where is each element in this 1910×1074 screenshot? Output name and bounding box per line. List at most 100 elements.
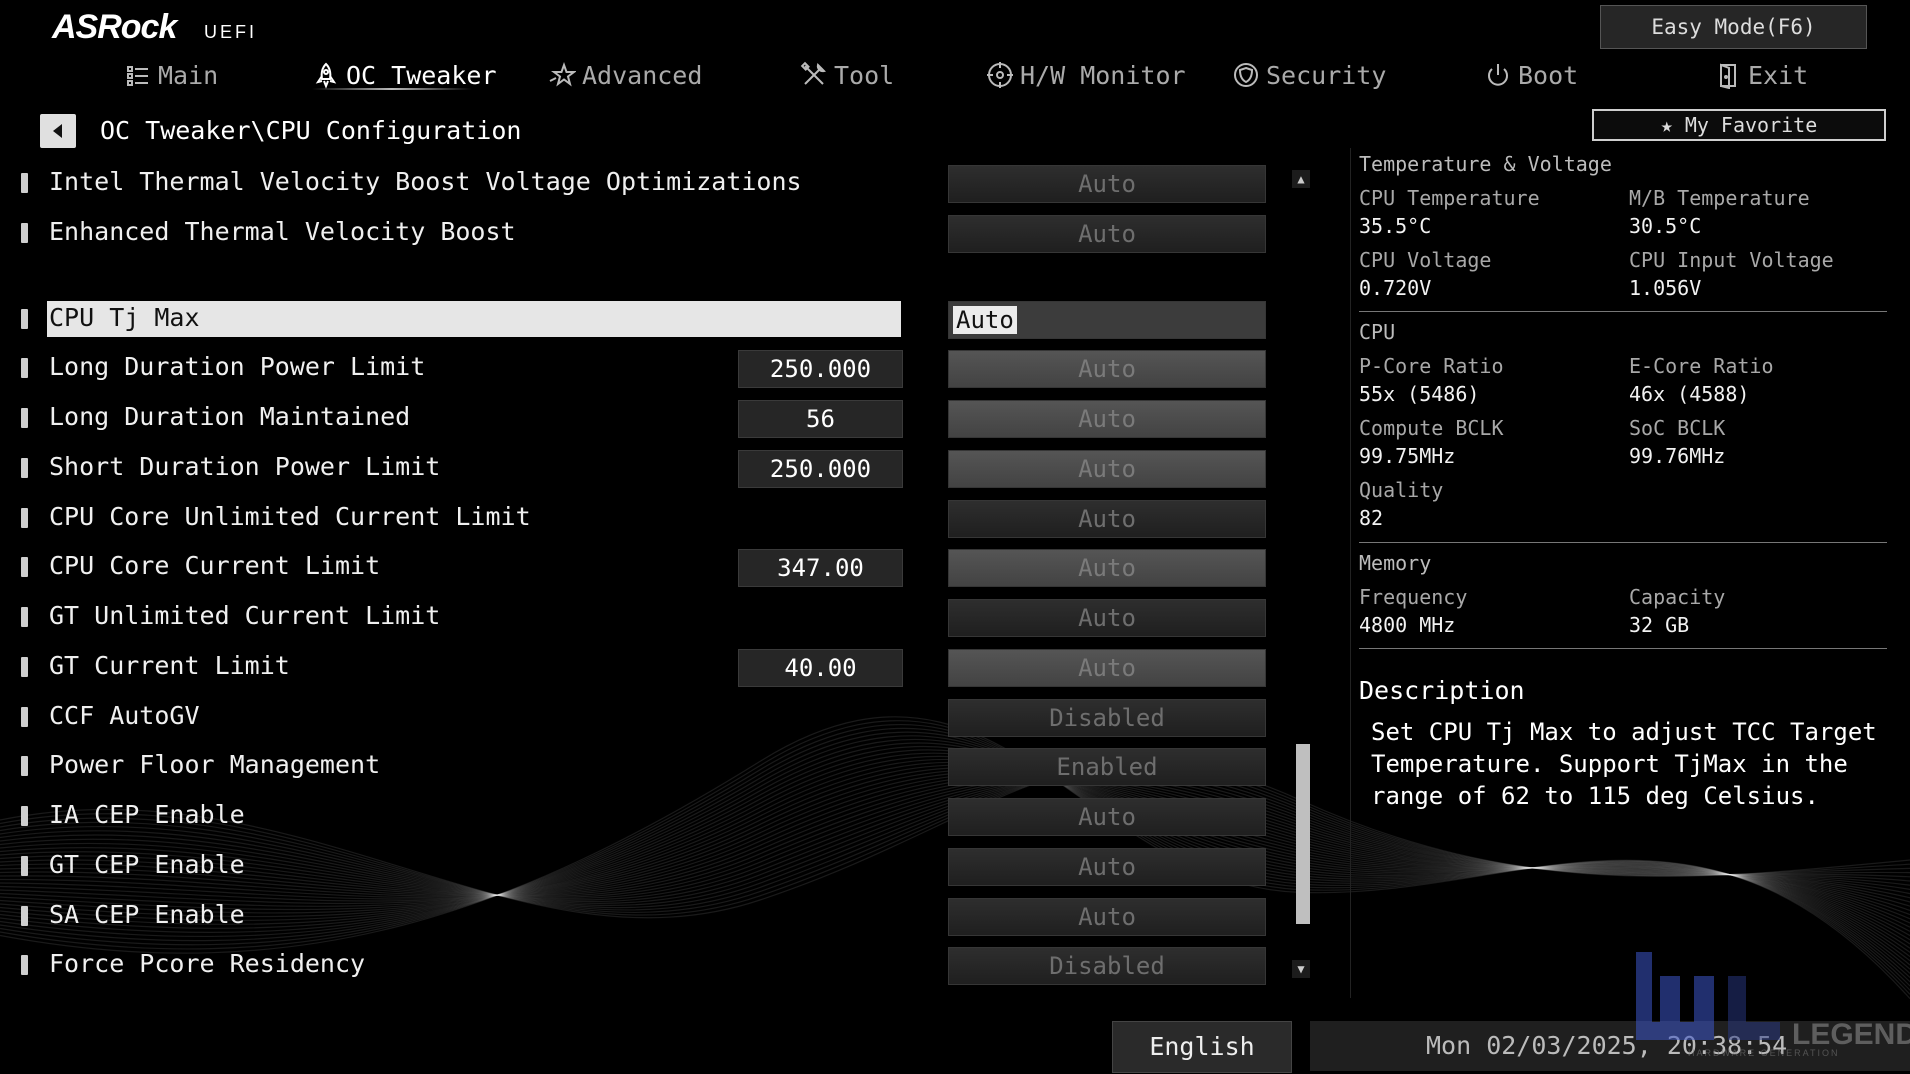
setting-number-input[interactable]: 40.00 bbox=[738, 649, 903, 687]
setting-value-dropdown[interactable]: Auto bbox=[948, 798, 1266, 836]
svg-text:LEGEND: LEGEND bbox=[1792, 1018, 1910, 1051]
tab-hw-monitor-label: H/W Monitor bbox=[1020, 60, 1186, 90]
setting-label: IA CEP Enable bbox=[49, 800, 245, 829]
setting-value-dropdown[interactable]: Auto bbox=[948, 350, 1266, 388]
panel-divider bbox=[1359, 311, 1887, 312]
setting-row[interactable]: CPU Core Current Limit 347.00 Auto bbox=[0, 547, 1280, 587]
tab-tool[interactable]: Tool bbox=[800, 56, 894, 94]
tab-main-label: Main bbox=[158, 60, 219, 90]
tab-oc-tweaker-label: OC Tweaker bbox=[346, 60, 497, 90]
setting-row[interactable]: Enhanced Thermal Velocity Boost Auto bbox=[0, 213, 1280, 253]
compute-bclk-label: Compute BCLK bbox=[1359, 416, 1504, 440]
setting-value-dropdown[interactable]: Auto bbox=[948, 400, 1266, 438]
setting-value-dropdown[interactable]: Auto bbox=[948, 848, 1266, 886]
setting-number-input[interactable]: 347.00 bbox=[738, 549, 903, 587]
setting-row[interactable]: Power Floor Management Enabled bbox=[0, 746, 1280, 786]
setting-label: GT Unlimited Current Limit bbox=[49, 601, 441, 630]
setting-number-input[interactable]: 250.000 bbox=[738, 350, 903, 388]
setting-value-dropdown[interactable]: Auto bbox=[948, 898, 1266, 936]
setting-row[interactable]: SA CEP Enable Auto bbox=[0, 896, 1280, 936]
rocket-icon bbox=[315, 62, 337, 89]
setting-value-dropdown[interactable]: Disabled bbox=[948, 699, 1266, 737]
setting-value-dropdown[interactable]: Auto bbox=[948, 165, 1266, 203]
setting-value-dropdown[interactable]: Auto bbox=[948, 215, 1266, 253]
brand-logo: ASRock bbox=[52, 8, 177, 46]
frequency-value: 4800 MHz bbox=[1359, 613, 1456, 637]
setting-row[interactable]: Intel Thermal Velocity Boost Voltage Opt… bbox=[0, 163, 1280, 203]
setting-label: CCF AutoGV bbox=[49, 701, 200, 730]
star-icon bbox=[549, 62, 576, 87]
shield-icon bbox=[1234, 63, 1258, 87]
soc-bclk-label: SoC BCLK bbox=[1629, 416, 1726, 440]
tab-security[interactable]: Security bbox=[1232, 56, 1386, 94]
panel-divider bbox=[1359, 542, 1887, 543]
tab-hw-monitor[interactable]: H/W Monitor bbox=[986, 56, 1186, 94]
tools-icon bbox=[800, 61, 826, 85]
setting-value-dropdown[interactable]: Enabled bbox=[948, 748, 1266, 786]
setting-row[interactable]: CPU Core Unlimited Current Limit Auto bbox=[0, 498, 1280, 538]
scroll-down-arrow[interactable]: ▼ bbox=[1292, 960, 1310, 978]
setting-value-text: Auto bbox=[953, 306, 1017, 334]
capacity-label: Capacity bbox=[1629, 585, 1726, 609]
language-button[interactable]: English bbox=[1112, 1021, 1292, 1073]
back-button[interactable] bbox=[40, 114, 76, 148]
setting-row[interactable]: Force Pcore Residency Disabled bbox=[0, 945, 1280, 985]
tab-boot-label: Boot bbox=[1518, 60, 1579, 90]
setting-row[interactable]: GT CEP Enable Auto bbox=[0, 846, 1280, 886]
setting-label: Force Pcore Residency bbox=[49, 949, 366, 978]
row-bullet-icon bbox=[21, 756, 28, 776]
setting-value-dropdown[interactable]: Auto bbox=[948, 649, 1266, 687]
my-favorite-button[interactable]: ★ My Favorite bbox=[1592, 109, 1886, 141]
setting-value-dropdown[interactable]: Auto bbox=[948, 301, 1266, 339]
setting-label: CPU Core Unlimited Current Limit bbox=[49, 502, 531, 531]
pcore-ratio-value: 55x (5486) bbox=[1359, 382, 1480, 406]
capacity-value: 32 GB bbox=[1629, 613, 1690, 637]
setting-value-dropdown[interactable]: Disabled bbox=[948, 947, 1266, 985]
tab-main[interactable]: Main bbox=[124, 56, 218, 94]
setting-row[interactable]: CCF AutoGV Disabled bbox=[0, 697, 1280, 737]
setting-value-dropdown[interactable]: Auto bbox=[948, 500, 1266, 538]
setting-row[interactable]: GT Current Limit 40.00 Auto bbox=[0, 647, 1280, 687]
tab-security-label: Security bbox=[1266, 60, 1387, 90]
row-bullet-icon bbox=[21, 408, 28, 428]
setting-number-input[interactable]: 250.000 bbox=[738, 450, 903, 488]
temp-voltage-title: Temperature & Voltage bbox=[1359, 152, 1612, 176]
setting-label: GT Current Limit bbox=[49, 651, 290, 680]
star-icon: ★ bbox=[1660, 113, 1673, 137]
scrollbar-thumb[interactable] bbox=[1296, 744, 1310, 924]
power-icon bbox=[1488, 64, 1508, 86]
setting-value-dropdown[interactable]: Auto bbox=[948, 549, 1266, 587]
row-bullet-icon bbox=[21, 955, 28, 975]
row-bullet-icon bbox=[21, 607, 28, 627]
row-bullet-icon bbox=[21, 309, 28, 329]
setting-value-dropdown[interactable]: Auto bbox=[948, 599, 1266, 637]
tab-boot[interactable]: Boot bbox=[1484, 56, 1578, 94]
setting-label: Long Duration Power Limit bbox=[49, 352, 426, 381]
tab-exit[interactable]: Exit bbox=[1714, 56, 1808, 94]
frequency-label: Frequency bbox=[1359, 585, 1468, 609]
setting-value-dropdown[interactable]: Auto bbox=[948, 450, 1266, 488]
setting-number-input[interactable]: 56 bbox=[738, 400, 903, 438]
tab-advanced[interactable]: Advanced bbox=[548, 56, 702, 94]
setting-row[interactable]: IA CEP Enable Auto bbox=[0, 796, 1280, 836]
pcore-ratio-label: P-Core Ratio bbox=[1359, 354, 1504, 378]
row-bullet-icon bbox=[21, 806, 28, 826]
cpu-temp-label: CPU Temperature bbox=[1359, 186, 1540, 210]
my-favorite-label: My Favorite bbox=[1684, 113, 1818, 137]
setting-label: Short Duration Power Limit bbox=[49, 452, 441, 481]
chevron-left-icon bbox=[53, 124, 62, 138]
easy-mode-button[interactable]: Easy Mode(F6) bbox=[1600, 5, 1867, 49]
setting-label: CPU Core Current Limit bbox=[49, 551, 381, 580]
setting-row[interactable]: Long Duration Maintained 56 Auto bbox=[0, 398, 1280, 438]
setting-row[interactable]: GT Unlimited Current Limit Auto bbox=[0, 597, 1280, 637]
row-bullet-icon bbox=[21, 657, 28, 677]
row-bullet-icon bbox=[21, 508, 28, 528]
compute-bclk-value: 99.75MHz bbox=[1359, 444, 1456, 468]
tab-exit-label: Exit bbox=[1748, 60, 1809, 90]
setting-row[interactable]: Long Duration Power Limit 250.000 Auto bbox=[0, 348, 1280, 388]
setting-row[interactable]: CPU Tj Max Auto bbox=[0, 299, 1280, 339]
row-bullet-icon bbox=[21, 223, 28, 243]
setting-row[interactable]: Short Duration Power Limit 250.000 Auto bbox=[0, 448, 1280, 488]
exit-icon bbox=[1720, 63, 1736, 89]
row-bullet-icon bbox=[21, 173, 28, 193]
